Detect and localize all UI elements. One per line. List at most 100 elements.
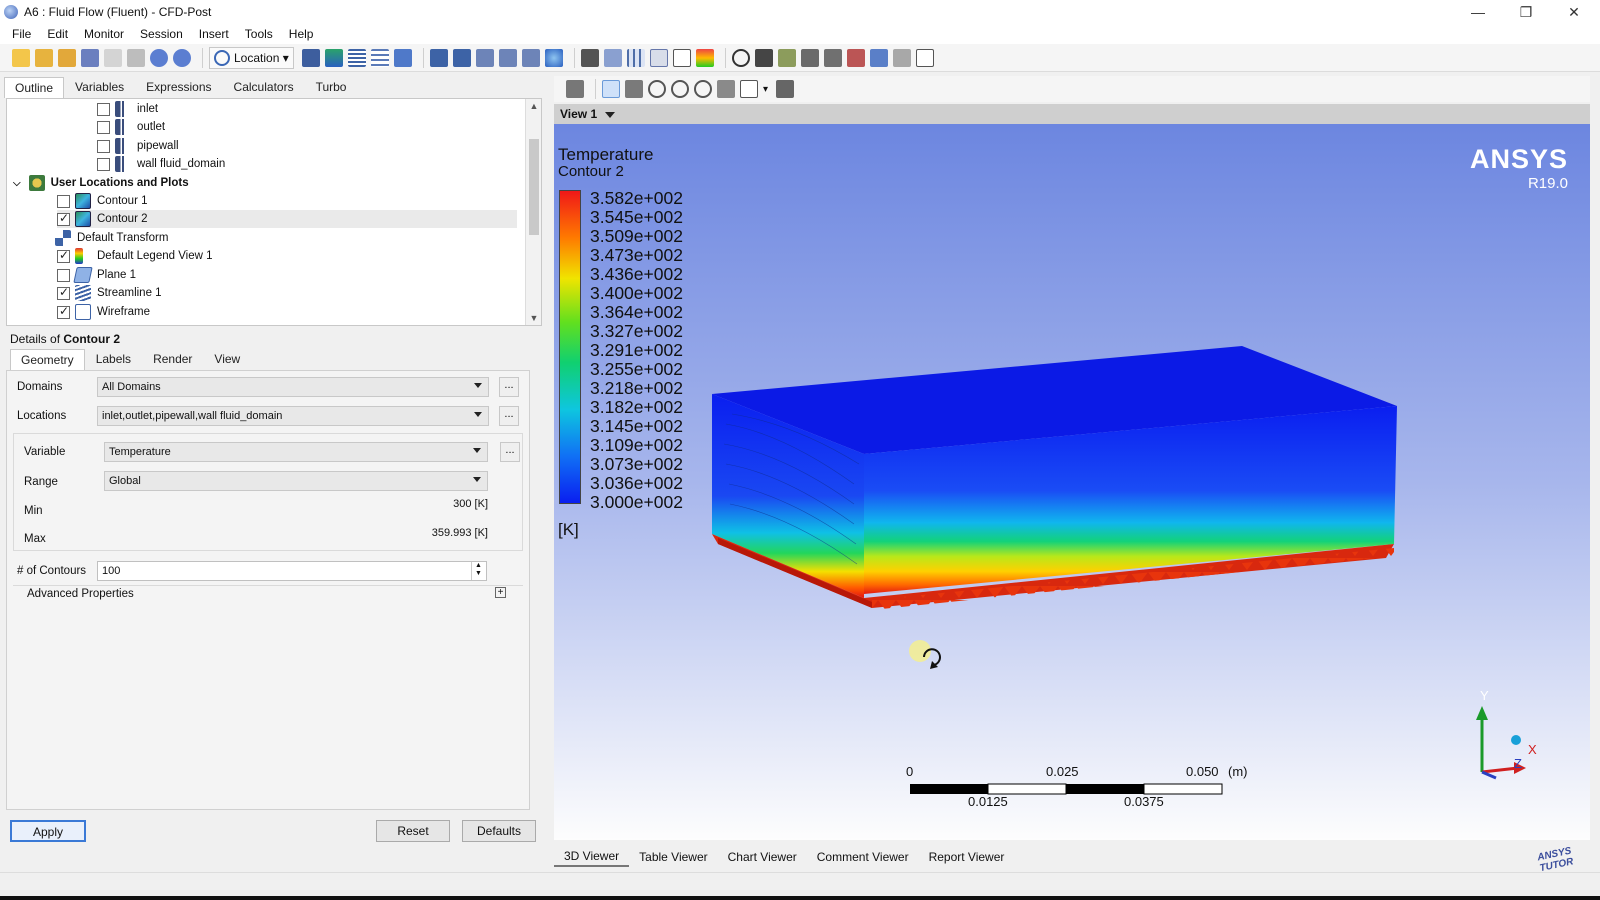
menu-monitor[interactable]: Monitor xyxy=(76,27,132,41)
tab-outline[interactable]: Outline xyxy=(4,77,65,98)
tree-item-streamline-1[interactable]: Streamline 1 xyxy=(57,284,162,302)
menu-insert[interactable]: Insert xyxy=(191,27,237,41)
contours-input[interactable]: 100 xyxy=(97,561,487,581)
print-icon[interactable] xyxy=(127,48,145,67)
menu-help[interactable]: Help xyxy=(281,27,322,41)
menu-tools[interactable]: Tools xyxy=(237,27,281,41)
checkbox[interactable] xyxy=(57,194,70,208)
apply-button[interactable]: Apply xyxy=(10,820,86,842)
reset-button[interactable]: Reset xyxy=(376,820,450,842)
tree-item-contour-2[interactable]: Contour 2 xyxy=(57,210,517,228)
redo-icon[interactable] xyxy=(173,48,191,67)
legend-tool-icon[interactable] xyxy=(695,48,714,67)
macro-icon[interactable] xyxy=(846,48,865,67)
contours-stepper[interactable]: ▲ ▼ xyxy=(471,562,485,580)
scrollbar-thumb[interactable] xyxy=(529,139,539,235)
help-pointer-icon[interactable] xyxy=(776,80,795,98)
tab-3d-viewer[interactable]: 3D Viewer xyxy=(554,847,630,867)
locations-select[interactable]: inlet,outlet,pipewall,wall fluid_domain xyxy=(97,406,489,426)
locations-more-button[interactable]: ... xyxy=(499,406,519,426)
viewport-layout-icon[interactable] xyxy=(740,80,758,98)
variable-icon[interactable] xyxy=(580,48,599,67)
probe-icon[interactable] xyxy=(800,48,819,67)
isosurface-icon[interactable] xyxy=(498,48,517,67)
outline-scrollbar[interactable]: ▲ ▼ xyxy=(525,99,541,325)
point-icon[interactable] xyxy=(429,48,448,67)
zoom-fit-icon[interactable] xyxy=(694,80,712,98)
checkbox[interactable] xyxy=(57,211,70,226)
vector-icon[interactable] xyxy=(301,48,320,67)
close-button[interactable]: ✕ xyxy=(1554,2,1594,22)
pan-icon[interactable] xyxy=(625,80,643,98)
report-icon[interactable] xyxy=(104,48,122,67)
menu-session[interactable]: Session xyxy=(132,27,191,41)
tree-item-outlet[interactable]: outlet xyxy=(97,118,165,136)
sphere-icon[interactable] xyxy=(544,48,563,67)
3d-viewport[interactable]: Temperature Contour 2 3.582e+002 3.545e+0… xyxy=(554,124,1590,840)
turbo-icon[interactable] xyxy=(892,48,911,67)
variable-more-button[interactable]: ... xyxy=(500,442,520,462)
checkbox[interactable] xyxy=(57,268,70,282)
restore-button[interactable]: ❐ xyxy=(1506,2,1546,22)
menu-edit[interactable]: Edit xyxy=(39,27,76,41)
line-icon[interactable] xyxy=(452,48,471,67)
tab-expressions[interactable]: Expressions xyxy=(135,76,222,98)
plane-tool-icon[interactable] xyxy=(475,48,494,67)
zoom-box-icon[interactable] xyxy=(671,80,689,98)
checkbox[interactable] xyxy=(57,285,70,300)
function-calculator-icon[interactable] xyxy=(823,48,842,67)
checkbox[interactable] xyxy=(97,102,110,116)
defaults-button[interactable]: Defaults xyxy=(462,820,536,842)
command-editor-icon[interactable] xyxy=(915,48,934,67)
zoom-icon[interactable] xyxy=(648,80,666,98)
clock-icon[interactable] xyxy=(731,48,750,67)
tree-item-plane-1[interactable]: Plane 1 xyxy=(57,266,136,284)
tab-turbo[interactable]: Turbo xyxy=(305,76,358,98)
tree-item-default-transform[interactable]: Default Transform xyxy=(55,229,168,247)
load-results-icon[interactable] xyxy=(35,48,53,67)
streamline-tool-icon[interactable] xyxy=(347,48,366,67)
particle-track-icon[interactable] xyxy=(370,48,389,67)
range-select[interactable]: Global xyxy=(104,471,488,491)
scroll-down-icon[interactable]: ▼ xyxy=(528,313,540,323)
tab-render[interactable]: Render xyxy=(142,348,203,370)
quick-editor-icon[interactable] xyxy=(777,48,796,67)
table-icon[interactable] xyxy=(626,48,645,67)
menu-file[interactable]: File xyxy=(4,27,39,41)
minimize-button[interactable]: — xyxy=(1458,2,1498,22)
polyline-icon[interactable] xyxy=(521,48,540,67)
scroll-up-icon[interactable]: ▲ xyxy=(528,101,540,111)
layout-dropdown-icon[interactable]: ▾ xyxy=(763,84,768,95)
text-icon[interactable] xyxy=(672,48,691,67)
fit-view-icon[interactable] xyxy=(717,80,735,98)
tree-item-user-locations[interactable]: ⌵ User Locations and Plots xyxy=(13,174,189,192)
tree-item-inlet[interactable]: inlet xyxy=(97,100,158,118)
location-dropdown[interactable]: Location ▾ xyxy=(209,46,294,69)
tree-item-pipewall[interactable]: pipewall xyxy=(97,137,179,155)
tab-comment-viewer[interactable]: Comment Viewer xyxy=(807,848,919,866)
tree-item-default-legend-view[interactable]: Default Legend View 1 xyxy=(57,247,213,265)
tab-view[interactable]: View xyxy=(203,348,251,370)
tab-table-viewer[interactable]: Table Viewer xyxy=(629,848,717,866)
variable-select[interactable]: Temperature xyxy=(104,442,488,462)
collapse-chevron-icon[interactable]: ⌵ xyxy=(13,178,21,189)
checkbox[interactable] xyxy=(97,139,110,153)
tab-calculators[interactable]: Calculators xyxy=(223,76,305,98)
view-selector[interactable]: View 1 xyxy=(554,104,1590,124)
select-icon[interactable] xyxy=(566,80,584,98)
new-file-icon[interactable] xyxy=(12,48,30,67)
undo-icon[interactable] xyxy=(150,48,168,67)
load-state-icon[interactable] xyxy=(58,48,76,67)
checkbox[interactable] xyxy=(97,120,110,134)
heat-sink-contour-model[interactable] xyxy=(554,124,1590,840)
domains-more-button[interactable]: ... xyxy=(499,377,519,397)
contour-tool-icon[interactable] xyxy=(324,48,343,67)
checkbox[interactable] xyxy=(57,248,70,263)
tab-labels[interactable]: Labels xyxy=(85,348,142,370)
case-comparison-icon[interactable] xyxy=(869,48,888,67)
expand-icon[interactable]: + xyxy=(495,587,506,598)
checkbox[interactable] xyxy=(97,157,110,171)
tree-item-wall-fluid-domain[interactable]: wall fluid_domain xyxy=(97,155,225,173)
tree-item-wireframe[interactable]: Wireframe xyxy=(57,303,150,321)
rotate-icon[interactable] xyxy=(602,80,620,98)
